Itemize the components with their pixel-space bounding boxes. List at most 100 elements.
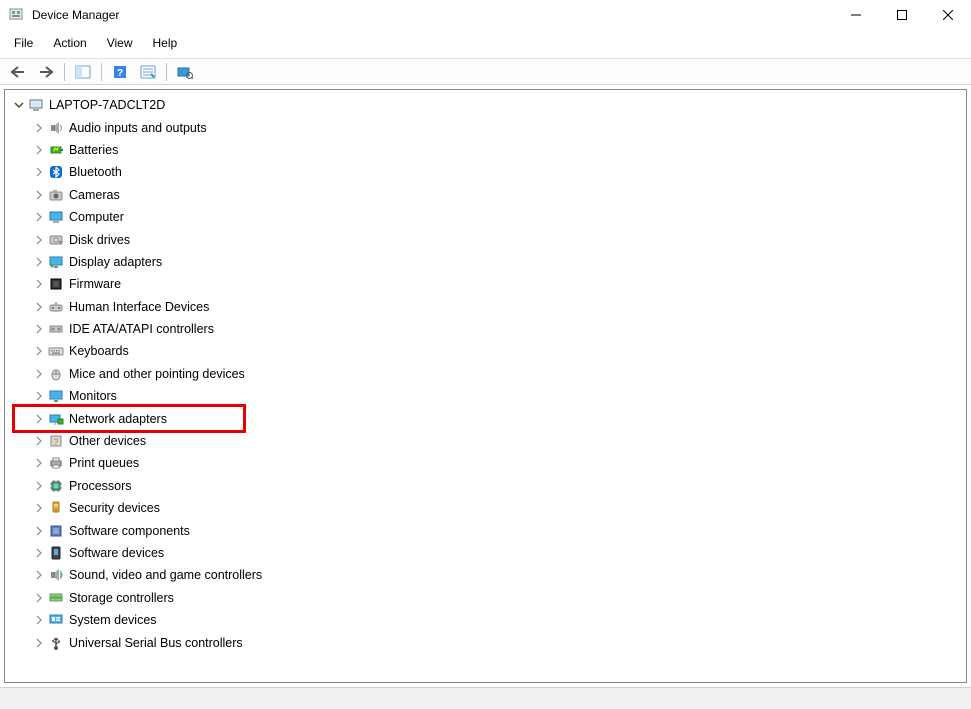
expander-icon[interactable] [31, 635, 47, 651]
battery-icon [47, 141, 65, 159]
disk-icon [47, 231, 65, 249]
tree-root-node[interactable]: LAPTOP-7ADCLT2D [7, 94, 964, 116]
tree-category-node[interactable]: Software components [7, 519, 964, 541]
sw-component-icon [47, 522, 65, 540]
properties-button[interactable] [136, 61, 160, 83]
category-label: Human Interface Devices [69, 300, 209, 314]
expander-icon[interactable] [31, 232, 47, 248]
expander-icon[interactable] [31, 164, 47, 180]
menu-help[interactable]: Help [145, 34, 186, 52]
tree-category-node[interactable]: Audio inputs and outputs [7, 116, 964, 138]
expander-icon[interactable] [31, 500, 47, 516]
expander-icon[interactable] [31, 545, 47, 561]
tree-category-node[interactable]: Disk drives [7, 228, 964, 250]
expander-icon[interactable] [31, 209, 47, 225]
svg-text:?: ? [53, 437, 58, 447]
tree-category-node[interactable]: Security devices [7, 497, 964, 519]
category-label: Other devices [69, 434, 146, 448]
category-label: Audio inputs and outputs [69, 121, 207, 135]
hid-icon [47, 298, 65, 316]
category-label: Sound, video and game controllers [69, 568, 262, 582]
usb-icon [47, 634, 65, 652]
ide-icon [47, 320, 65, 338]
category-label: Universal Serial Bus controllers [69, 636, 243, 650]
toolbar-separator [64, 63, 65, 81]
expander-icon[interactable] [31, 433, 47, 449]
tree-category-node[interactable]: Bluetooth [7, 161, 964, 183]
forward-button[interactable] [34, 61, 58, 83]
tree-category-node[interactable]: Mice and other pointing devices [7, 363, 964, 385]
minimize-button[interactable] [833, 0, 879, 30]
toolbar-separator [101, 63, 102, 81]
tree-category-node[interactable]: Storage controllers [7, 587, 964, 609]
expander-icon[interactable] [31, 612, 47, 628]
menu-view[interactable]: View [99, 34, 141, 52]
device-tree-pane[interactable]: LAPTOP-7ADCLT2D Audio inputs and outputs… [4, 89, 967, 683]
close-button[interactable] [925, 0, 971, 30]
window-controls [833, 0, 971, 30]
category-label: Keyboards [69, 344, 129, 358]
category-label: Cameras [69, 188, 120, 202]
tree-category-node[interactable]: Monitors [7, 385, 964, 407]
tree-category-node[interactable]: Software devices [7, 542, 964, 564]
expander-icon[interactable] [31, 567, 47, 583]
tree-category-node[interactable]: Print queues [7, 452, 964, 474]
expander-icon[interactable] [31, 388, 47, 404]
statusbar [0, 687, 971, 709]
tree-category-node[interactable]: Network adapters [7, 407, 964, 429]
category-label: Mice and other pointing devices [69, 367, 245, 381]
expander-icon[interactable] [31, 455, 47, 471]
monitor-icon [47, 387, 65, 405]
scan-hardware-button[interactable] [173, 61, 197, 83]
other-icon: ? [47, 432, 65, 450]
menu-action[interactable]: Action [45, 34, 94, 52]
category-label: Disk drives [69, 233, 130, 247]
category-label: Display adapters [69, 255, 162, 269]
expander-icon[interactable] [31, 254, 47, 270]
menu-file[interactable]: File [6, 34, 41, 52]
tree-category-node[interactable]: Cameras [7, 184, 964, 206]
show-hide-console-tree-button[interactable] [71, 61, 95, 83]
tree-category-node[interactable]: Processors [7, 475, 964, 497]
bluetooth-icon [47, 163, 65, 181]
expander-icon[interactable] [11, 97, 27, 113]
expander-icon[interactable] [31, 120, 47, 136]
expander-icon[interactable] [31, 366, 47, 382]
tree-category-node[interactable]: Universal Serial Bus controllers [7, 631, 964, 653]
tree-category-node[interactable]: Firmware [7, 273, 964, 295]
expander-icon[interactable] [31, 478, 47, 494]
expander-icon[interactable] [31, 590, 47, 606]
storage-icon [47, 589, 65, 607]
computer-icon [27, 96, 45, 114]
tree-category-node[interactable]: Human Interface Devices [7, 296, 964, 318]
network-icon [47, 410, 65, 428]
tree-category-node[interactable]: ? Other devices [7, 430, 964, 452]
tree-category-node[interactable]: Computer [7, 206, 964, 228]
expander-icon[interactable] [31, 343, 47, 359]
audio-icon [47, 119, 65, 137]
back-button[interactable] [6, 61, 30, 83]
expander-icon[interactable] [31, 142, 47, 158]
security-icon [47, 499, 65, 517]
tree-category-node[interactable]: Display adapters [7, 251, 964, 273]
expander-icon[interactable] [31, 321, 47, 337]
category-label: Firmware [69, 277, 121, 291]
expander-icon[interactable] [31, 187, 47, 203]
tree-category-node[interactable]: Batteries [7, 139, 964, 161]
tree-category-node[interactable]: System devices [7, 609, 964, 631]
device-tree: LAPTOP-7ADCLT2D Audio inputs and outputs… [7, 94, 964, 654]
tree-category-node[interactable]: Keyboards [7, 340, 964, 362]
help-button[interactable]: ? [108, 61, 132, 83]
category-label: Storage controllers [69, 591, 174, 605]
expander-icon[interactable] [31, 411, 47, 427]
category-label: Security devices [69, 501, 160, 515]
tree-category-node[interactable]: Sound, video and game controllers [7, 564, 964, 586]
category-label: Computer [69, 210, 124, 224]
expander-icon[interactable] [31, 276, 47, 292]
tree-category-node[interactable]: IDE ATA/ATAPI controllers [7, 318, 964, 340]
category-label: Batteries [69, 143, 118, 157]
expander-icon[interactable] [31, 523, 47, 539]
maximize-button[interactable] [879, 0, 925, 30]
expander-icon[interactable] [31, 299, 47, 315]
titlebar: Device Manager [0, 0, 971, 30]
